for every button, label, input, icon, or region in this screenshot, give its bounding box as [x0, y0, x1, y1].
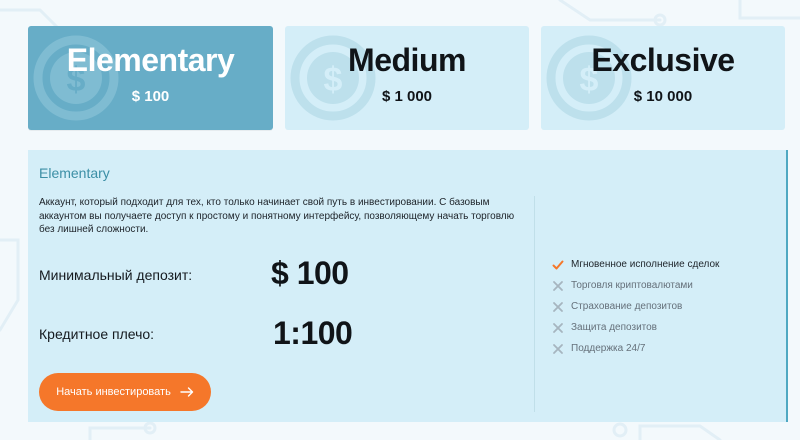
start-investing-button[interactable]: Начать инвестировать: [39, 373, 211, 411]
panel-accent-edge: [786, 150, 788, 422]
plan-details-panel: Elementary Аккаунт, который подходит для…: [28, 150, 788, 422]
feature-item: Страхование депозитов: [552, 296, 719, 317]
min-deposit-label: Минимальный депозит:: [39, 267, 193, 283]
cross-icon: [553, 322, 563, 333]
leverage-value: 1:100: [273, 315, 353, 351]
cross-icon: [553, 343, 563, 354]
column-divider: [534, 196, 535, 412]
plan-tab-exclusive[interactable]: $ Exclusive $ 10 000: [541, 26, 785, 130]
min-deposit-value: $ 100: [271, 255, 349, 291]
feature-label: Поддержка 24/7: [571, 343, 646, 354]
feature-item: Мгновенное исполнение сделок: [552, 254, 719, 275]
feature-item: Торговля криптовалютами: [552, 275, 719, 296]
feature-label: Торговля криптовалютами: [571, 280, 693, 291]
arrow-right-icon: [180, 387, 193, 397]
check-icon: [552, 260, 564, 269]
plan-tab-medium[interactable]: $ Medium $ 1 000: [285, 26, 529, 130]
feature-label: Мгновенное исполнение сделок: [571, 259, 720, 270]
leverage-label: Кредитное плечо:: [39, 326, 155, 342]
cross-icon: [553, 280, 563, 291]
feature-label: Защита депозитов: [571, 322, 657, 333]
start-investing-label: Начать инвестировать: [56, 386, 171, 398]
feature-item: Защита депозитов: [552, 317, 719, 338]
plan-name: Elementary: [66, 42, 235, 78]
plan-selector: $ Elementary $ 100 $ Medium $ 1 000 $ Ex…: [28, 26, 788, 130]
feature-label: Страхование депозитов: [571, 301, 683, 312]
feature-list: Мгновенное исполнение сделок Торговля кр…: [552, 254, 719, 359]
panel-title: Elementary: [39, 165, 110, 181]
plan-name: Medium: [348, 42, 466, 78]
plan-price: $ 100: [131, 88, 170, 105]
feature-item: Поддержка 24/7: [552, 338, 719, 359]
plan-price: $ 10 000: [633, 88, 693, 105]
plan-name: Exclusive: [591, 42, 735, 78]
plan-tab-elementary[interactable]: $ Elementary $ 100: [28, 26, 273, 130]
plan-description: Аккаунт, который подходит для тех, кто т…: [39, 197, 515, 235]
plan-price: $ 1 000: [381, 88, 433, 105]
cross-icon: [553, 301, 563, 312]
